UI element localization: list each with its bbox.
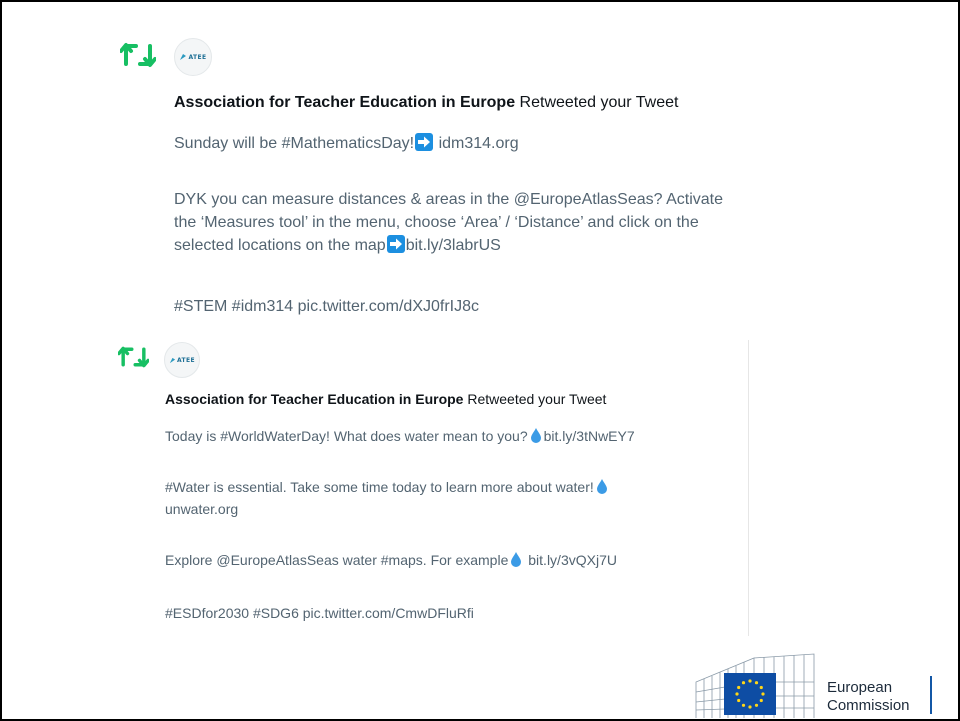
tweet-text: selected locations on the map [174,237,386,254]
tweet-link[interactable]: bit.ly/3labrUS [406,237,501,254]
droplet-icon [596,478,608,499]
tweet-link[interactable]: bit.ly/3tNwEY7 [544,428,635,444]
tweet-paragraph: Explore @EuropeAtlasSeas water #maps. Fo… [165,550,617,572]
ec-logo-bar [930,676,932,714]
tweet-text: Today is #WorldWaterDay! What does water… [165,428,528,444]
ec-logo-line1: European [827,679,893,696]
ec-logo-line2: Commission [827,697,910,714]
action-text: Retweeted your Tweet [463,391,607,407]
retweet-icon [119,40,157,75]
tweet-link[interactable]: unwater.org [165,499,610,519]
tweet-text: Explore @EuropeAtlasSeas water #maps. Fo… [165,552,509,568]
droplet-icon [510,551,522,572]
tweet-paragraph: #ESDfor2030 #SDG6 pic.twitter.com/CmwDFl… [165,603,474,623]
tweet-paragraph: Today is #WorldWaterDay! What does water… [165,426,635,448]
tweet-text: DYK you can measure distances & areas in… [174,191,723,208]
retweet-icon [117,344,150,375]
avatar-label: ATEE [176,356,196,364]
tweet-paragraph: #STEM #idm314 pic.twitter.com/dXJ0frIJ8c [174,295,479,318]
tweet-text: the ‘Measures tool’ in the menu, choose … [174,214,699,231]
atee-avatar[interactable]: ATEE [164,342,200,378]
notification-headline: Association for Teacher Education in Eur… [165,391,606,407]
tweet-paragraph: Sunday will be #MathematicsDay! idm314.o… [174,132,519,155]
tweet-paragraph: #Water is essential. Take some time toda… [165,477,610,519]
slide-frame: ATEE Association for Teacher Education i… [0,0,960,721]
tweet-text: #Water is essential. Take some time toda… [165,479,594,495]
tweet-paragraph: DYK you can measure distances & areas in… [174,188,723,257]
avatar-label: ATEE [188,53,207,61]
right-arrow-icon [386,235,405,253]
tweet-link[interactable]: idm314.org [439,135,519,152]
org-name-link[interactable]: Association for Teacher Education in Eur… [165,391,463,407]
atee-avatar[interactable]: ATEE [174,38,212,76]
right-arrow-icon [415,133,434,151]
tweet-hashtags-link[interactable]: #STEM #idm314 pic.twitter.com/dXJ0frIJ8c [174,298,479,315]
eu-flag-icon [724,673,776,715]
org-name-link[interactable]: Association for Teacher Education in Eur… [174,94,515,111]
notification-headline: Association for Teacher Education in Eur… [174,94,678,112]
ec-logo-text: European Commission [827,679,910,715]
retweet-notification-2[interactable]: ATEE Association for Teacher Education i… [117,340,749,636]
tweet-link[interactable]: bit.ly/3vQXj7U [528,552,617,568]
action-text: Retweeted your Tweet [515,94,679,111]
tweet-hashtags-link[interactable]: #ESDfor2030 #SDG6 pic.twitter.com/CmwDFl… [165,605,474,621]
atee-logo-icon [180,54,187,60]
atee-logo-icon [169,357,176,363]
droplet-icon [530,427,542,448]
tweet-text: Sunday will be #MathematicsDay! [174,135,415,152]
european-commission-logo: European Commission [694,652,939,718]
